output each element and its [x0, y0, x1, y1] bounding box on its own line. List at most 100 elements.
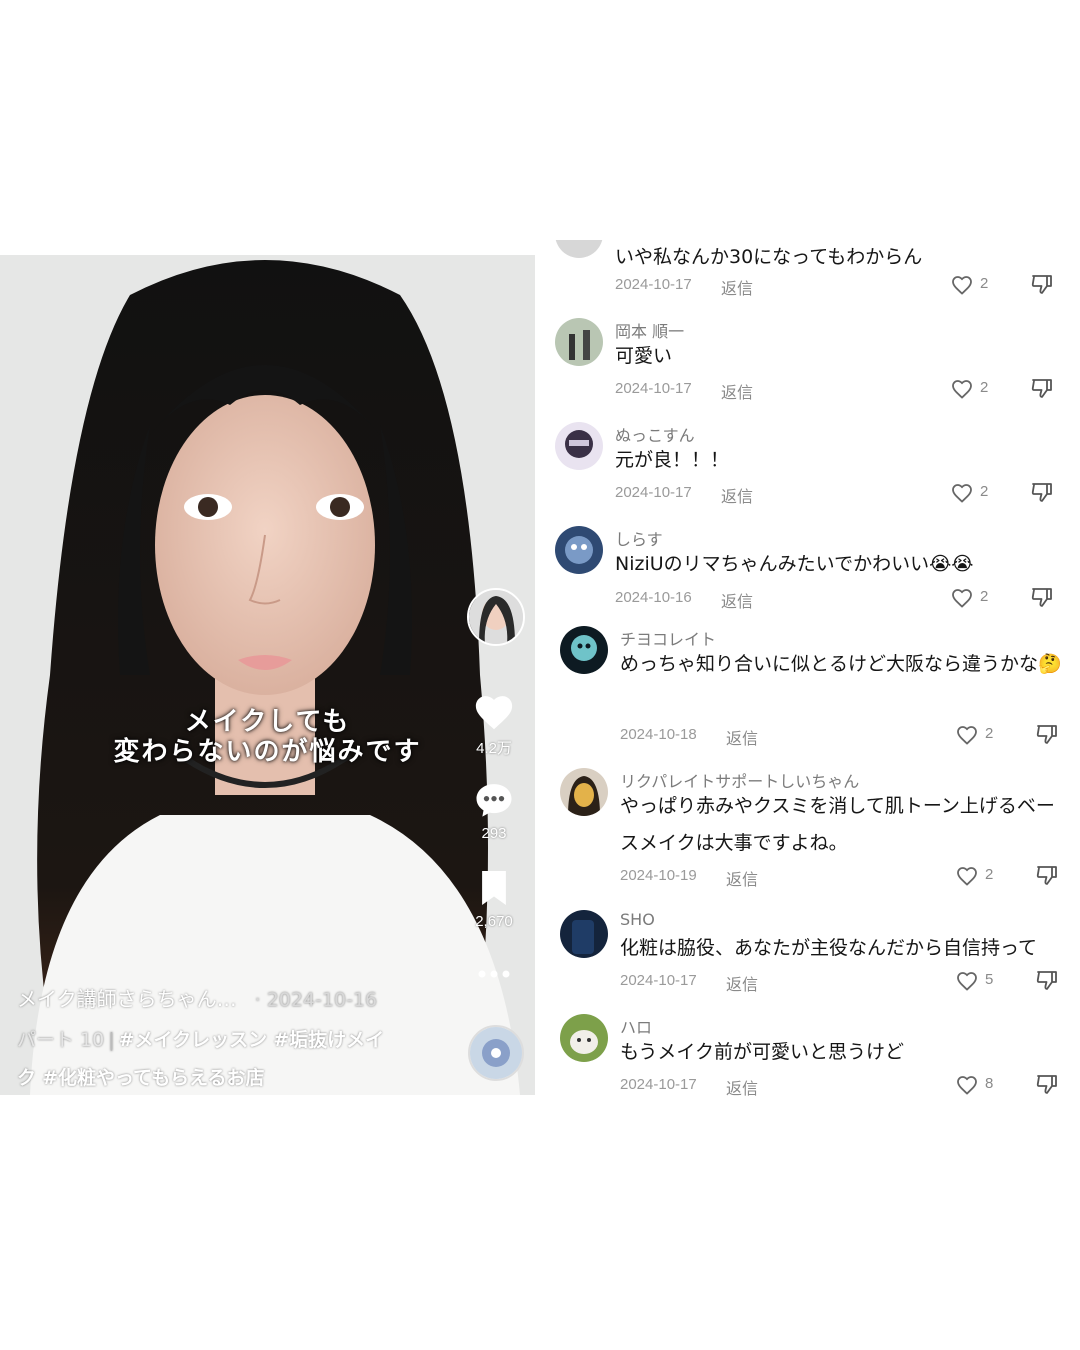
- like-button[interactable]: 4.2万: [462, 693, 526, 758]
- comment-like-button[interactable]: 2: [950, 272, 1006, 298]
- comment-avatar[interactable]: [555, 318, 603, 366]
- hashtag-link[interactable]: #メイクレッスン: [119, 1029, 268, 1051]
- comment-date: 2024-10-19: [620, 867, 697, 884]
- thumbs-down-icon: [1036, 971, 1057, 990]
- creator-avatar-image: [469, 590, 523, 644]
- comment-like-button[interactable]: 2: [955, 863, 1011, 889]
- comment-text: NiziUのリマちゃんみたいでかわいい😭😭: [615, 553, 974, 575]
- part-label: パート 10: [17, 1029, 105, 1051]
- avatar-image: [555, 422, 603, 470]
- comment-like-count: 2: [985, 866, 994, 883]
- heart-outline-icon: [952, 276, 972, 295]
- comment-like-count: 8: [985, 1075, 994, 1092]
- avatar-image: [560, 768, 608, 816]
- bookmark-button[interactable]: 2,670: [462, 869, 526, 930]
- comment-like-button[interactable]: 5: [955, 968, 1011, 994]
- dislike-button[interactable]: [1035, 968, 1061, 994]
- comment-like-button[interactable]: 8: [955, 1072, 1011, 1098]
- post-date: · 2024-10-16: [254, 989, 378, 1011]
- comments-list[interactable]: いや私なんか30になってもわからん 2024-10-17 返信 2 岡本 順一 …: [535, 240, 1080, 1100]
- comment-date: 2024-10-17: [620, 972, 697, 989]
- heart-outline-icon: [952, 380, 972, 399]
- thumbs-down-icon: [1031, 483, 1052, 502]
- thumbs-down-icon: [1031, 588, 1052, 607]
- dislike-button[interactable]: [1030, 585, 1056, 611]
- save-count: 2,670: [475, 913, 513, 930]
- comment-like-button[interactable]: 2: [955, 722, 1011, 748]
- creator-line: メイク講師さらちゃん… · 2024-10-16: [17, 983, 377, 1012]
- reply-button[interactable]: 返信: [721, 275, 753, 299]
- comment-icon: [476, 784, 512, 817]
- comment-date: 2024-10-17: [615, 484, 692, 501]
- creator-avatar[interactable]: [467, 588, 525, 646]
- comment-like-count: 2: [980, 379, 989, 396]
- comment-avatar[interactable]: [555, 422, 603, 470]
- comment-text: 化粧は脇役、あなたが主役なんだから自信持って: [620, 937, 1038, 959]
- dislike-button[interactable]: [1030, 376, 1056, 402]
- avatar-image: [560, 626, 608, 674]
- sound-disc-image: [470, 1027, 522, 1079]
- creator-name[interactable]: メイク講師さらちゃん…: [17, 987, 237, 1011]
- comment-avatar[interactable]: [555, 526, 603, 574]
- reply-button[interactable]: 返信: [721, 483, 753, 507]
- video-frame: [0, 255, 535, 1095]
- dislike-button[interactable]: [1030, 272, 1056, 298]
- reply-button[interactable]: 返信: [726, 971, 758, 995]
- comment-like-button[interactable]: 2: [950, 376, 1006, 402]
- avatar-image: [560, 910, 608, 958]
- reply-button[interactable]: 返信: [726, 725, 758, 749]
- comment-avatar[interactable]: [555, 240, 603, 258]
- comment-date: 2024-10-17: [615, 380, 692, 397]
- comment-like-count: 2: [980, 483, 989, 500]
- comment-avatar[interactable]: [560, 1014, 608, 1062]
- reply-button[interactable]: 返信: [721, 379, 753, 403]
- comment-button[interactable]: 293: [462, 781, 526, 842]
- thumbs-down-icon: [1036, 725, 1057, 744]
- hashtag-link[interactable]: #化粧やってもらえるお店: [42, 1067, 264, 1089]
- avatar-image: [555, 526, 603, 574]
- comment-like-count: 2: [980, 588, 989, 605]
- heart-outline-icon: [952, 589, 972, 608]
- comment-text: やっぱり赤みやクスミを消して肌トーン上げるベースメイクは大事ですよね。: [620, 795, 1055, 854]
- comment-avatar[interactable]: [560, 910, 608, 958]
- separator: |: [108, 1029, 115, 1051]
- comment-like-count: 2: [985, 725, 994, 742]
- more-icon: [478, 970, 510, 978]
- reply-button[interactable]: 返信: [721, 588, 753, 612]
- dislike-button[interactable]: [1030, 480, 1056, 506]
- bookmark-icon: [482, 871, 506, 905]
- comment-like-button[interactable]: 2: [950, 480, 1006, 506]
- heart-outline-icon: [957, 972, 977, 991]
- comment-avatar[interactable]: [560, 768, 608, 816]
- video-caption-line2: 変わらないのが悩みです: [113, 737, 422, 767]
- comment-count: 293: [481, 825, 507, 842]
- dislike-button[interactable]: [1035, 863, 1061, 889]
- dislike-button[interactable]: [1035, 1072, 1061, 1098]
- comment-date: 2024-10-16: [615, 589, 692, 606]
- more-button[interactable]: [462, 965, 526, 984]
- comment-text: もうメイク前が可愛いと思うけど: [620, 1041, 905, 1063]
- avatar-image: [555, 240, 603, 258]
- like-count: 4.2万: [476, 740, 512, 757]
- reply-button[interactable]: 返信: [726, 1075, 758, 1099]
- thumbs-down-icon: [1031, 275, 1052, 294]
- avatar-image: [555, 318, 603, 366]
- comment-text: 元が良！！！: [615, 449, 730, 471]
- comment-like-count: 2: [980, 275, 989, 292]
- comment-like-button[interactable]: 2: [950, 585, 1006, 611]
- heart-outline-icon: [957, 1076, 977, 1095]
- comment-like-count: 5: [985, 971, 994, 988]
- thumbs-down-icon: [1036, 1075, 1057, 1094]
- comment-date: 2024-10-18: [620, 726, 697, 743]
- reply-button[interactable]: 返信: [726, 866, 758, 890]
- dislike-button[interactable]: [1035, 722, 1061, 748]
- avatar-image: [560, 1014, 608, 1062]
- heart-icon: [475, 696, 513, 730]
- thumbs-down-icon: [1036, 866, 1057, 885]
- video-player[interactable]: メイクしても 変わらないのが悩みです 4.2万 293 2,670 メイク講師さ…: [0, 255, 535, 1095]
- comment-avatar[interactable]: [560, 626, 608, 674]
- comment-author[interactable]: SHO: [620, 910, 655, 929]
- comment-date: 2024-10-17: [615, 276, 692, 293]
- comment-text: 可愛い: [615, 345, 673, 367]
- sound-disc[interactable]: [468, 1025, 524, 1081]
